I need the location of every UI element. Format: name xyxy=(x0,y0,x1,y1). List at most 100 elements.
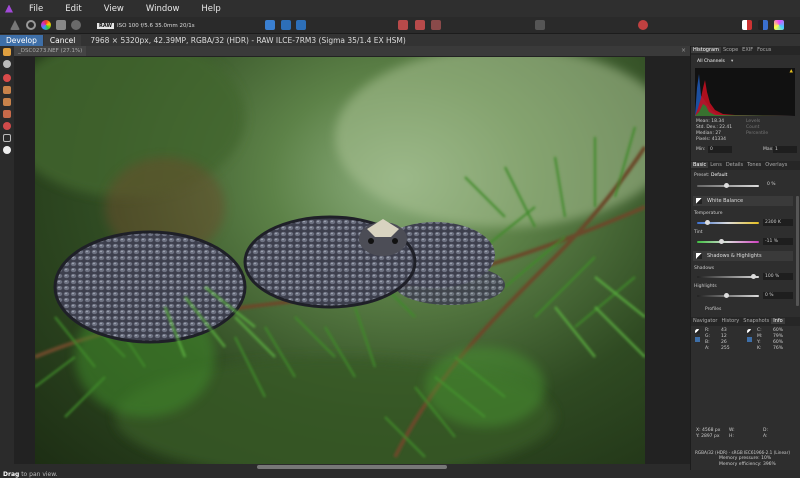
document-tabs: _DSC0273.NEF (27.1%) × xyxy=(14,46,690,56)
histogram-toggle-icon[interactable] xyxy=(774,20,784,30)
histogram-panel-tabs: Histogram Scope EXIF Focus xyxy=(691,46,800,55)
white-balance-section[interactable]: White Balance xyxy=(693,196,793,206)
tint-slider[interactable] xyxy=(697,241,759,243)
red-eye-tool-icon[interactable] xyxy=(638,20,648,30)
hist-levels: Levels xyxy=(746,119,761,124)
shadows-knob[interactable] xyxy=(751,274,756,279)
assistant-icon[interactable] xyxy=(535,20,545,30)
overlay-erase-icon[interactable] xyxy=(3,110,11,118)
coord-h: H: xyxy=(729,434,734,439)
menu-file[interactable]: File xyxy=(29,4,43,14)
overlay-icon[interactable] xyxy=(758,20,768,30)
exposure-knob[interactable] xyxy=(724,183,729,188)
histogram-graph: ▲ xyxy=(695,68,795,116)
view-split-icon[interactable] xyxy=(281,20,291,30)
export-persona-icon[interactable] xyxy=(71,20,81,30)
tab-focus[interactable]: Focus xyxy=(755,47,773,53)
temperature-label: Temperature xyxy=(694,211,723,216)
min-field[interactable]: 0 xyxy=(708,146,732,153)
memory-pressure: Memory pressure: 10% xyxy=(719,456,772,461)
document-info: 7968 × 5320px, 42.39MP, RGBA/32 (HDR) - … xyxy=(90,35,406,45)
pointer-sample-icon-2[interactable] xyxy=(747,337,752,342)
exif-text: ISO 100 f/5.6 35.0mm 20/1s xyxy=(117,22,195,29)
clipped-tones-icon[interactable] xyxy=(431,20,441,30)
white-balance-picker-icon[interactable] xyxy=(3,146,11,154)
highlights-value[interactable]: 0 % xyxy=(763,292,793,299)
tint-label: Tint xyxy=(694,230,703,235)
overlay-gradient-icon[interactable] xyxy=(3,122,11,130)
crop-tool-icon[interactable] xyxy=(3,134,11,142)
menu-help[interactable]: Help xyxy=(201,4,220,14)
temperature-knob[interactable] xyxy=(705,220,710,225)
canvas-area[interactable] xyxy=(14,56,690,470)
tab-history[interactable]: History xyxy=(719,318,741,324)
profiles-label[interactable]: Profiles xyxy=(705,307,721,312)
develop-button[interactable]: Develop xyxy=(0,34,43,46)
develop-persona-icon[interactable] xyxy=(41,20,51,30)
tab-histogram[interactable]: Histogram xyxy=(691,47,721,53)
shadows-value[interactable]: 100 % xyxy=(763,273,793,280)
tab-lens[interactable]: Lens xyxy=(708,162,724,168)
cancel-button[interactable]: Cancel xyxy=(43,34,82,46)
info-r-label: R: xyxy=(705,328,710,333)
tab-tones[interactable]: Tones xyxy=(745,162,763,168)
status-bar: Drag to pan view. xyxy=(0,470,800,478)
tab-info[interactable]: Info xyxy=(771,318,785,324)
zoom-tool-icon[interactable] xyxy=(3,60,11,68)
tab-navigator[interactable]: Navigator xyxy=(691,318,719,324)
close-document-icon[interactable]: × xyxy=(681,46,686,56)
tab-exif[interactable]: EXIF xyxy=(740,47,755,53)
tab-scope[interactable]: Scope xyxy=(721,47,740,53)
info-y-label: Y: xyxy=(757,340,761,345)
red-eye-icon[interactable] xyxy=(3,74,11,82)
document-tab[interactable]: _DSC0273.NEF (27.1%) xyxy=(14,46,87,56)
info-y-value: 60% xyxy=(773,340,784,345)
shadows-slider[interactable] xyxy=(697,276,759,278)
horizontal-scroll-thumb[interactable] xyxy=(257,465,447,469)
temperature-value[interactable]: 2300 K xyxy=(763,219,793,226)
info-k-value: 76% xyxy=(773,346,784,351)
color-profile-icon[interactable] xyxy=(742,20,752,30)
photo-canvas[interactable] xyxy=(35,57,645,464)
menu-window[interactable]: Window xyxy=(146,4,180,14)
warning-icon: ▲ xyxy=(789,69,793,74)
tab-details[interactable]: Details xyxy=(724,162,745,168)
info-k-label: K: xyxy=(757,346,762,351)
shadows-label: Shadows xyxy=(694,266,715,271)
photo-persona-icon[interactable] xyxy=(10,20,20,30)
tab-snapshots[interactable]: Snapshots xyxy=(741,318,771,324)
blemish-removal-icon[interactable] xyxy=(3,86,11,94)
highlights-knob[interactable] xyxy=(724,293,729,298)
status-text: to pan view. xyxy=(19,471,58,478)
tint-value[interactable]: -11 % xyxy=(763,238,793,245)
menu-edit[interactable]: Edit xyxy=(65,4,81,14)
tone-mapping-persona-icon[interactable] xyxy=(56,20,66,30)
hand-tool-icon[interactable] xyxy=(3,48,11,56)
view-single-icon[interactable] xyxy=(265,20,275,30)
right-panels: Histogram Scope EXIF Focus All Channels ▾ ▲… xyxy=(690,46,800,470)
view-mirror-icon[interactable] xyxy=(296,20,306,30)
channel-dropdown-icon[interactable]: ▾ xyxy=(731,59,733,64)
info-a-label: A: xyxy=(705,346,710,351)
develop-panel-scrollbar[interactable] xyxy=(796,196,799,306)
shadows-highlights-section[interactable]: Shadows & Highlights xyxy=(693,251,793,261)
max-field[interactable]: 1 xyxy=(773,146,797,153)
channel-select[interactable]: All Channels xyxy=(697,59,725,64)
menu-view[interactable]: View xyxy=(104,4,124,14)
liquify-persona-icon[interactable] xyxy=(26,20,36,30)
clipped-shadows-icon[interactable] xyxy=(415,20,425,30)
white-balance-picker-icon[interactable] xyxy=(696,198,702,204)
tab-basic[interactable]: Basic xyxy=(691,162,709,168)
coord-y: Y: 2897 px xyxy=(696,434,720,439)
color-mode-icon-2[interactable] xyxy=(747,329,752,334)
overlay-paint-icon[interactable] xyxy=(3,98,11,106)
color-mode-icon[interactable] xyxy=(695,329,700,334)
info-b-label: B: xyxy=(705,340,710,345)
tint-knob[interactable] xyxy=(719,239,724,244)
preset-select[interactable]: Default xyxy=(711,173,727,178)
clipped-highlights-icon[interactable] xyxy=(398,20,408,30)
exposure-value[interactable]: 0 % xyxy=(767,182,776,187)
pointer-sample-icon[interactable] xyxy=(695,337,700,342)
menu-bar: File Edit View Window Help xyxy=(0,0,800,17)
tab-overlays[interactable]: Overlays xyxy=(763,162,789,168)
